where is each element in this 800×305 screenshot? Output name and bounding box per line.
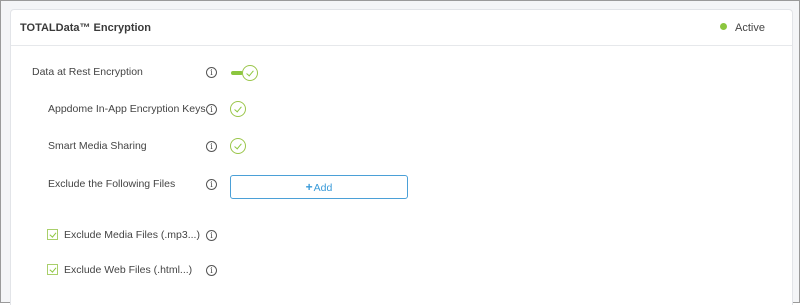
panel-title: TOTALData™ Encryption [20,22,151,34]
status-dot-icon [720,23,727,30]
add-button-label: Add [313,182,333,194]
exclude-web-label: Exclude Web Files (.html...) [64,264,193,276]
appdome-keys-check-icon[interactable] [230,101,246,117]
window-frame: TOTALData™ Encryption Active Data at Res… [0,0,800,305]
exclude-web-checkbox[interactable] [47,264,58,275]
add-file-button[interactable]: +Add [230,175,408,199]
data-at-rest-label: Data at Rest Encryption [32,66,143,78]
info-icon[interactable]: i [206,179,217,190]
check-icon [242,65,258,81]
status-label: Active [735,22,765,34]
smart-media-label: Smart Media Sharing [48,140,147,152]
info-icon[interactable]: i [206,67,217,78]
info-icon[interactable]: i [206,141,217,152]
plus-icon: + [305,180,313,194]
info-icon[interactable]: i [206,104,217,115]
status-badge: Active [720,22,765,34]
info-icon[interactable]: i [206,265,217,276]
data-at-rest-toggle[interactable] [230,64,262,82]
info-icon[interactable]: i [206,230,217,241]
exclude-media-checkbox[interactable] [47,229,58,240]
panel-header: TOTALData™ Encryption Active [11,10,792,46]
exclude-media-label: Exclude Media Files (.mp3...) [64,229,200,241]
exclude-files-label: Exclude the Following Files [48,178,176,190]
smart-media-check-icon[interactable] [230,138,246,154]
encryption-panel: TOTALData™ Encryption Active Data at Res… [10,9,793,305]
appdome-keys-label: Appdome In-App Encryption Keys [48,103,206,115]
